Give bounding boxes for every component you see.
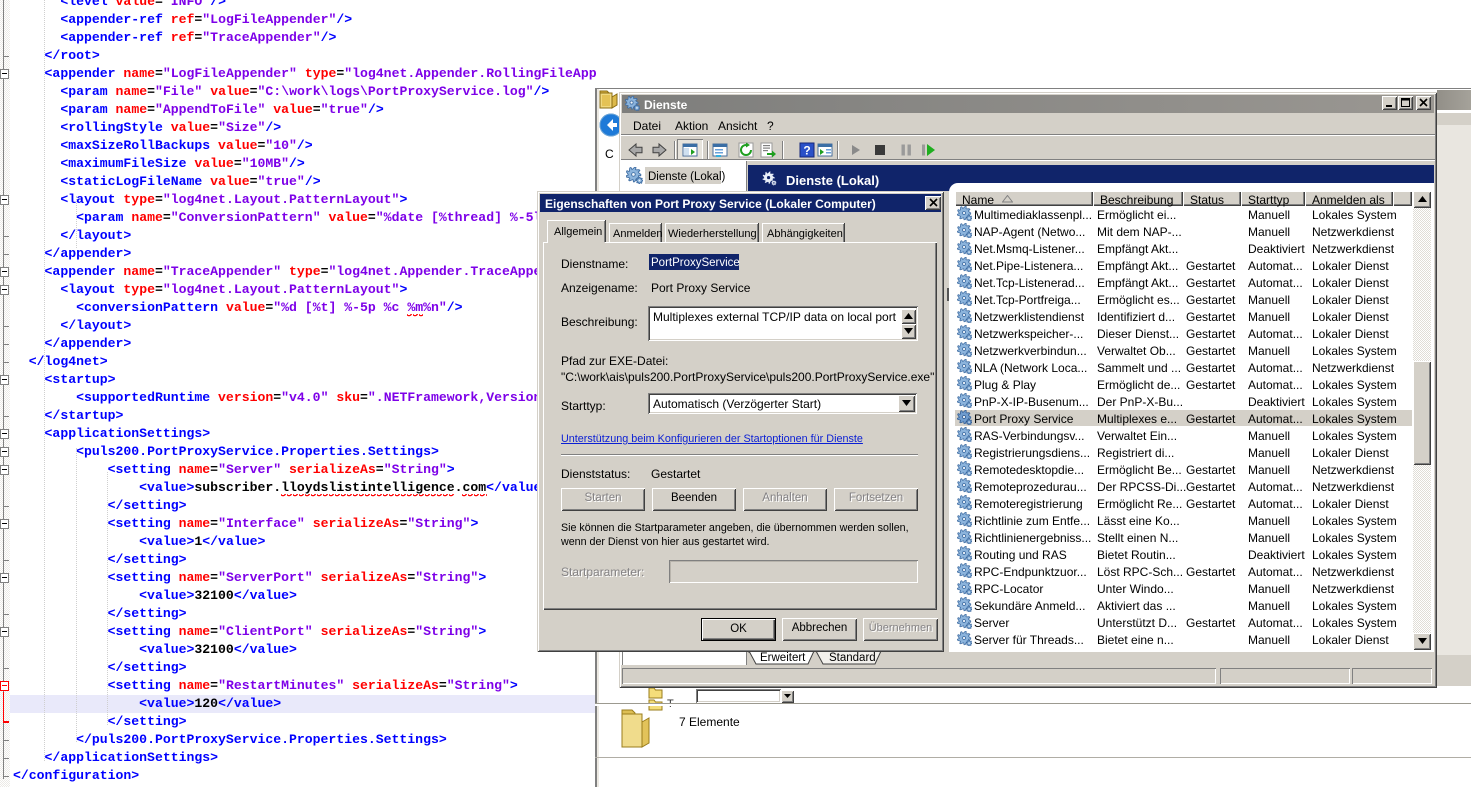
svg-text:?: ? [803, 144, 810, 158]
